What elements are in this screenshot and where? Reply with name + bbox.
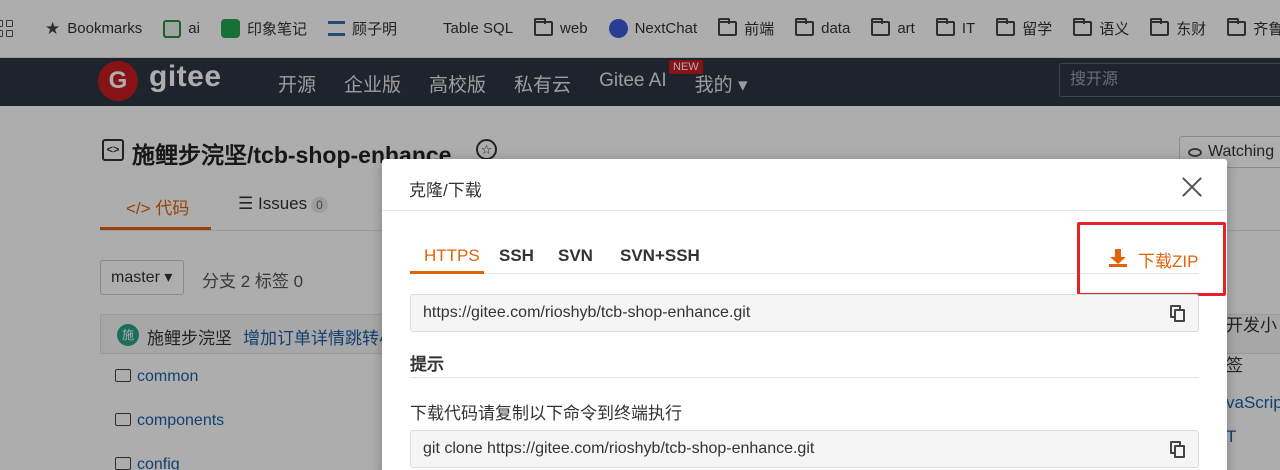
modal-title: 克隆/下载 <box>409 181 482 200</box>
clone-url-text: https://gitee.com/rioshyb/tcb-shop-enhan… <box>423 304 751 321</box>
tab-ssh[interactable]: SSH <box>499 246 534 266</box>
tip-text: 下载代码请复制以下命令到终端执行 <box>410 404 682 423</box>
copy-icon[interactable] <box>1170 441 1186 459</box>
copy-icon[interactable] <box>1170 305 1186 323</box>
clone-url-field[interactable]: https://gitee.com/rioshyb/tcb-shop-enhan… <box>410 294 1199 332</box>
clone-download-modal: 克隆/下载 HTTPS SSH SVN SVN+SSH 下载ZIP https:… <box>382 159 1227 470</box>
tip-divider <box>410 377 1199 378</box>
clone-command-text: git clone https://gitee.com/rioshyb/tcb-… <box>423 440 815 457</box>
active-tab-indicator <box>410 271 484 274</box>
tip-heading: 提示 <box>410 355 444 374</box>
modal-header-divider <box>382 210 1227 211</box>
close-icon[interactable] <box>1180 175 1204 199</box>
tab-svn-ssh[interactable]: SVN+SSH <box>620 246 700 266</box>
clone-command-field[interactable]: git clone https://gitee.com/rioshyb/tcb-… <box>410 430 1199 468</box>
annotation-highlight-box <box>1077 222 1226 296</box>
tab-svn[interactable]: SVN <box>558 246 593 266</box>
tab-https[interactable]: HTTPS <box>424 246 480 266</box>
